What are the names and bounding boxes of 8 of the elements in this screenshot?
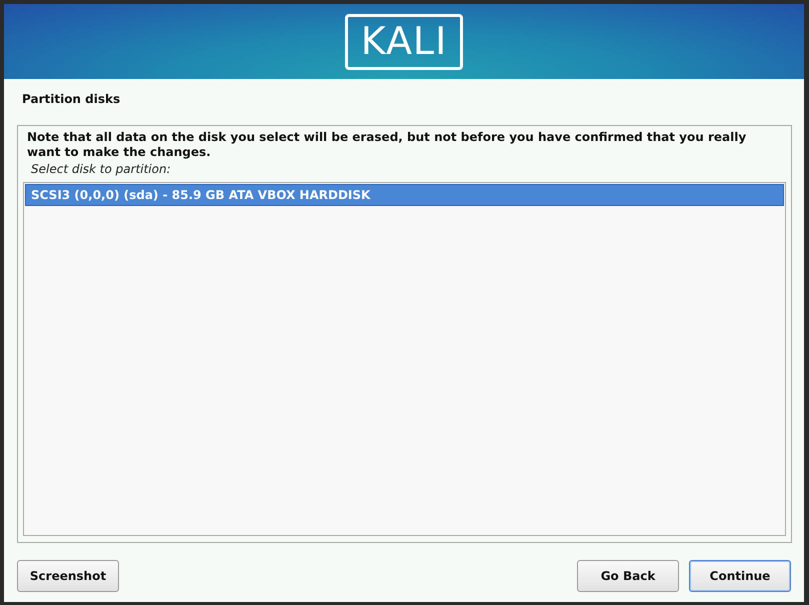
dialog-button[interactable]: Continue xyxy=(689,560,791,592)
warning-text: Note that all data on the disk you select will be erased, but not before you have confirmed that you really want to make the changes. xyxy=(26,130,748,160)
list-label: Select disk to partition: xyxy=(30,161,172,178)
dialog-button[interactable]: Go Back xyxy=(577,560,679,592)
page-title: Partition disks xyxy=(21,91,122,108)
disk-item[interactable]: SCSI3 (0,0,0) (sda) - 85.9 GB ATA VBOX HARDDISK xyxy=(25,184,784,206)
dialog-button[interactable]: Screenshot xyxy=(17,560,119,592)
logo: KALI xyxy=(344,14,464,70)
